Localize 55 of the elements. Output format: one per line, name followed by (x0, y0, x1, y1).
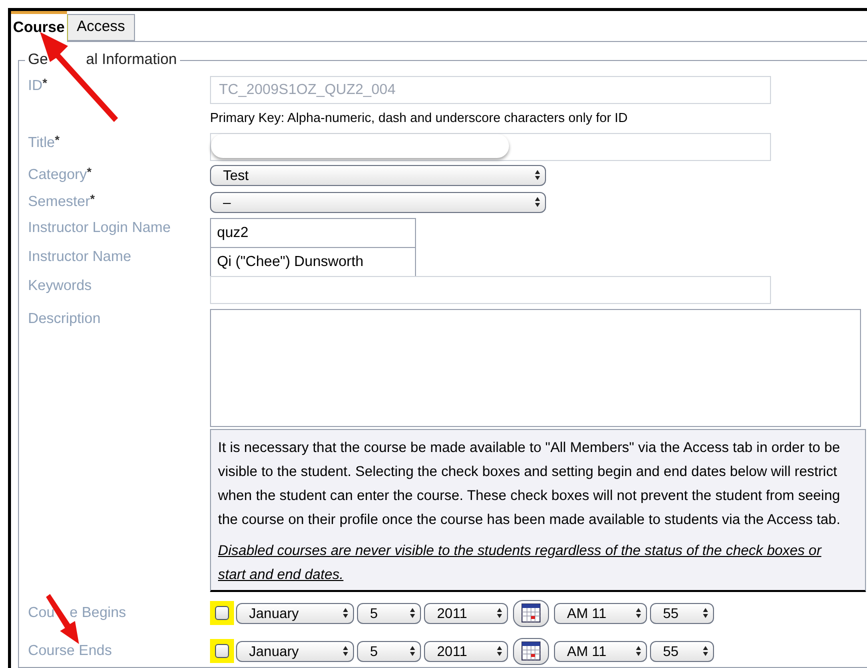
calendar-icon (521, 603, 541, 623)
fieldset-legend: al Information (86, 51, 177, 69)
stepper-arrows-icon (702, 607, 709, 619)
required-mark: * (42, 76, 48, 90)
minute-select[interactable]: 55 (650, 602, 714, 624)
day-select[interactable]: 5 (357, 640, 421, 662)
calendar-button[interactable] (513, 600, 549, 626)
field-label: Cou (28, 604, 55, 623)
field-label: Title (28, 134, 55, 152)
input-field[interactable] (210, 276, 771, 304)
stepper-arrows-icon (496, 645, 503, 657)
stepper-arrows-icon (409, 645, 416, 657)
select-dropdown[interactable]: – (210, 192, 546, 212)
minute-select[interactable]: 55 (650, 640, 714, 662)
stepper-arrows-icon (635, 607, 642, 619)
warning-paragraph: Disabled courses are never visible to the students regardless of the status of the check boxes or start and end dates. (218, 542, 823, 584)
year-select[interactable]: 2011 (424, 602, 508, 624)
required-mark: * (90, 192, 95, 206)
field-label: Instructor Login Name (28, 218, 171, 238)
field-label: Course Ends (28, 642, 112, 661)
stepper-arrows-icon (342, 607, 349, 619)
checkbox[interactable] (215, 606, 229, 620)
stepper-arrows-icon (702, 645, 709, 657)
input-field[interactable]: quz2 (210, 218, 416, 248)
stepper-arrows-icon (534, 169, 541, 181)
tab[interactable]: Course (11, 11, 67, 42)
field-label: Keywords (28, 276, 92, 296)
required-mark: * (86, 164, 92, 178)
month-select[interactable]: January (236, 602, 354, 624)
calendar-button[interactable] (513, 638, 549, 664)
select-dropdown[interactable]: Test (210, 164, 546, 186)
info-paragraph: It is necessary that the course be made available to "All Members" via the Access tab in order to be visible to the student. Selecting the check boxes and setting begin and end dates below will restrict when the student can enter the course. These check boxes will not prevent the student from seeing the course on their profile once the course has been made available to students via the Access tab. (218, 438, 842, 530)
field-label: Semester (28, 192, 90, 212)
year-select[interactable]: 2011 (424, 640, 508, 662)
required-mark: * (54, 132, 60, 146)
field-hint: Primary Key: Alpha-numeric, dash and underscore characters only for ID (210, 109, 629, 127)
stepper-arrows-icon (534, 196, 541, 208)
field-label: Description (28, 310, 101, 328)
calendar-icon (521, 641, 541, 661)
stepper-arrows-icon (496, 607, 503, 619)
stepper-arrows-icon (409, 607, 416, 619)
tab[interactable]: Access (66, 14, 136, 41)
hour-select[interactable]: AM 11 (554, 602, 647, 624)
input-field[interactable] (210, 132, 771, 160)
stepper-arrows-icon (635, 645, 642, 657)
field-label: e Begins (70, 604, 126, 623)
field-label: Category (28, 166, 87, 184)
day-select[interactable]: 5 (357, 602, 421, 624)
field-label: Instructor Name (28, 248, 132, 266)
month-select[interactable]: January (236, 640, 354, 662)
hour-select[interactable]: AM 11 (554, 640, 647, 662)
checkbox[interactable] (215, 644, 229, 658)
stepper-arrows-icon (342, 645, 349, 657)
fieldset-legend: Ge (28, 51, 48, 69)
field-label: ID (28, 77, 42, 96)
